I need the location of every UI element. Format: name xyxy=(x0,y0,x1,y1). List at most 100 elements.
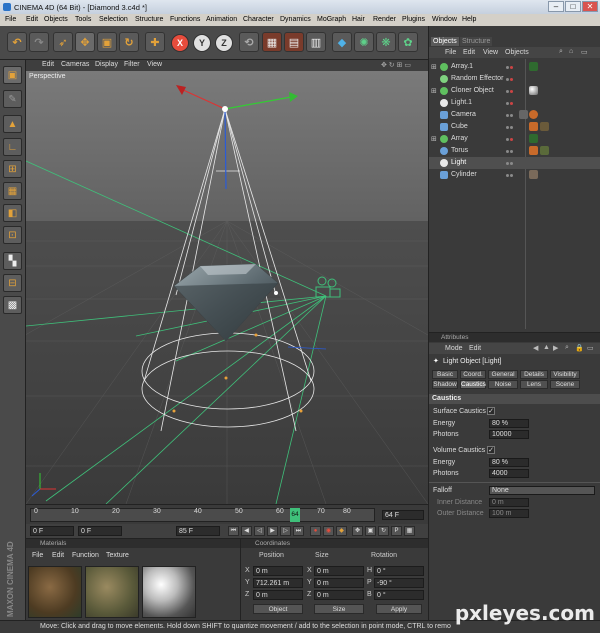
goto-end-icon[interactable]: ⏭ xyxy=(293,526,304,536)
menu-animation[interactable]: Animation xyxy=(206,16,237,23)
tab-visibility[interactable]: Visibility xyxy=(550,370,580,379)
attr-forward-icon[interactable]: ▶ xyxy=(553,344,558,352)
menu-window[interactable]: Window xyxy=(432,16,457,23)
perspective-viewport[interactable]: Perspective xyxy=(26,71,428,504)
object-row-cloner[interactable]: ⊞ Cloner Object xyxy=(429,85,600,97)
world-axis-icon[interactable]: ✚ xyxy=(145,32,165,52)
tab-structure[interactable]: Structure xyxy=(460,37,493,46)
menu-file[interactable]: File xyxy=(5,16,16,23)
object-row-light[interactable]: Light xyxy=(429,157,600,169)
tab-objects[interactable]: Objects xyxy=(431,37,459,46)
obj-menu-view[interactable]: View xyxy=(483,49,498,56)
mat-menu-edit[interactable]: Edit xyxy=(52,552,64,559)
obj-menu-file[interactable]: File xyxy=(445,49,456,56)
protection-tag-icon[interactable] xyxy=(529,110,538,119)
move-tool-icon[interactable]: ✥ xyxy=(75,32,95,52)
menu-edit[interactable]: Edit xyxy=(26,16,38,23)
coord-mode-dropdown[interactable]: Object xyxy=(253,604,303,614)
timeline-ruler[interactable]: 0 10 20 30 40 50 60 70 80 64 64 F xyxy=(26,504,428,524)
cube-primitive-icon[interactable]: ◆ xyxy=(332,32,352,52)
min-frame-field[interactable]: 0 F xyxy=(78,526,122,536)
attr-back-icon[interactable]: ◀ xyxy=(533,344,538,352)
coordinate-system-icon[interactable]: ⟲ xyxy=(239,32,259,52)
object-row-camera[interactable]: Camera xyxy=(429,109,600,121)
max-frame-field[interactable]: 85 F xyxy=(176,526,220,536)
volume-caustics-checkbox[interactable]: ✓ xyxy=(487,446,495,454)
render-picture-viewer-icon[interactable]: ▤ xyxy=(284,32,304,52)
tab-shadow[interactable]: Shadow xyxy=(432,380,458,389)
tab-noise[interactable]: Noise xyxy=(488,380,518,389)
attr-lock-icon[interactable]: 🔒 xyxy=(575,344,584,352)
size-mode-dropdown[interactable]: Size xyxy=(314,604,364,614)
tab-lens[interactable]: Lens xyxy=(520,380,548,389)
scale-tool-icon[interactable]: ▣ xyxy=(97,32,117,52)
playhead[interactable]: 64 xyxy=(290,508,300,522)
goto-start-icon[interactable]: ⏮ xyxy=(228,526,239,536)
menu-dynamics[interactable]: Dynamics xyxy=(280,16,311,23)
key-param-icon[interactable]: P xyxy=(391,526,402,536)
menu-mograph[interactable]: MoGraph xyxy=(317,16,346,23)
target-tag-icon[interactable] xyxy=(519,110,528,119)
falloff-dropdown[interactable]: None xyxy=(489,486,595,495)
keyframe-icon[interactable]: ◆ xyxy=(336,526,347,536)
undo-icon[interactable]: ↶ xyxy=(7,32,27,52)
redo-icon[interactable]: ↷ xyxy=(29,32,49,52)
close-button[interactable]: ✕ xyxy=(582,1,598,12)
menu-structure[interactable]: Structure xyxy=(135,16,163,23)
object-row-light-1[interactable]: Light.1 xyxy=(429,97,600,109)
tab-general[interactable]: General xyxy=(488,370,518,379)
tab-scene[interactable]: Scene xyxy=(550,380,580,389)
obj-menu-edit[interactable]: Edit xyxy=(463,49,475,56)
vp-menu-cameras[interactable]: Cameras xyxy=(61,61,89,68)
menu-character[interactable]: Character xyxy=(243,16,274,23)
axis-mode-icon[interactable]: ⊡ xyxy=(3,226,22,244)
record-icon[interactable]: ● xyxy=(310,526,321,536)
apply-button[interactable]: Apply xyxy=(376,604,422,614)
maximize-button[interactable]: □ xyxy=(565,1,581,12)
rot-p-field[interactable]: -90 ° xyxy=(374,578,424,588)
attr-up-icon[interactable]: ▲ xyxy=(543,344,550,351)
material-tag-icon[interactable] xyxy=(529,62,538,71)
obj-new-window-icon[interactable]: ▭ xyxy=(581,48,588,56)
object-mode-icon[interactable]: ∟ xyxy=(3,138,22,156)
material-crate-1[interactable] xyxy=(28,566,82,618)
vol-photons-field[interactable]: 4000 xyxy=(489,469,529,478)
start-frame-field[interactable]: 0 F xyxy=(30,526,74,536)
vp-menu-filter[interactable]: Filter xyxy=(124,61,140,68)
object-row-cylinder[interactable]: Cylinder xyxy=(429,169,600,181)
x-axis-lock-button[interactable]: X xyxy=(171,34,189,52)
array-icon[interactable]: ✿ xyxy=(398,32,418,52)
autokey-icon[interactable]: ◉ xyxy=(323,526,334,536)
play-back-icon[interactable]: ◁ xyxy=(254,526,265,536)
z-axis-lock-button[interactable]: Z xyxy=(215,34,233,52)
outer-distance-field[interactable]: 100 m xyxy=(489,509,529,518)
object-row-cube[interactable]: Cube xyxy=(429,121,600,133)
menu-objects[interactable]: Objects xyxy=(44,16,68,23)
render-settings-icon[interactable]: ▥ xyxy=(306,32,326,52)
menu-functions[interactable]: Functions xyxy=(170,16,200,23)
object-row-array[interactable]: ⊞ Array xyxy=(429,133,600,145)
key-scale-icon[interactable]: ▣ xyxy=(365,526,376,536)
spline-icon[interactable]: ✺ xyxy=(354,32,374,52)
mat-menu-function[interactable]: Function xyxy=(72,552,99,559)
points-mode-icon[interactable]: ⊞ xyxy=(3,160,22,178)
size-z-field[interactable]: 0 m xyxy=(314,590,364,600)
menu-hair[interactable]: Hair xyxy=(352,16,365,23)
y-axis-lock-button[interactable]: Y xyxy=(193,34,211,52)
object-row-array-1[interactable]: ⊞ Array.1 xyxy=(429,61,600,73)
rot-b-field[interactable]: 0 ° xyxy=(374,590,424,600)
material-tag-icon[interactable] xyxy=(529,134,538,143)
rot-h-field[interactable]: 0 ° xyxy=(374,566,424,576)
next-frame-icon[interactable]: ▷ xyxy=(280,526,291,536)
model-mode-icon[interactable]: ▲ xyxy=(3,115,22,133)
tab-details[interactable]: Details xyxy=(520,370,548,379)
texture-tag-icon[interactable] xyxy=(529,122,538,131)
tab-basic[interactable]: Basic xyxy=(432,370,458,379)
vp-menu-display[interactable]: Display xyxy=(95,61,118,68)
key-rotation-icon[interactable]: ↻ xyxy=(378,526,389,536)
polygons-mode-icon[interactable]: ◧ xyxy=(3,204,22,222)
select-arrow-icon[interactable]: ➶ xyxy=(53,32,73,52)
rotate-tool-icon[interactable]: ↻ xyxy=(119,32,139,52)
material-tag-icon[interactable] xyxy=(540,122,549,131)
texture-tag-icon[interactable] xyxy=(529,146,538,155)
